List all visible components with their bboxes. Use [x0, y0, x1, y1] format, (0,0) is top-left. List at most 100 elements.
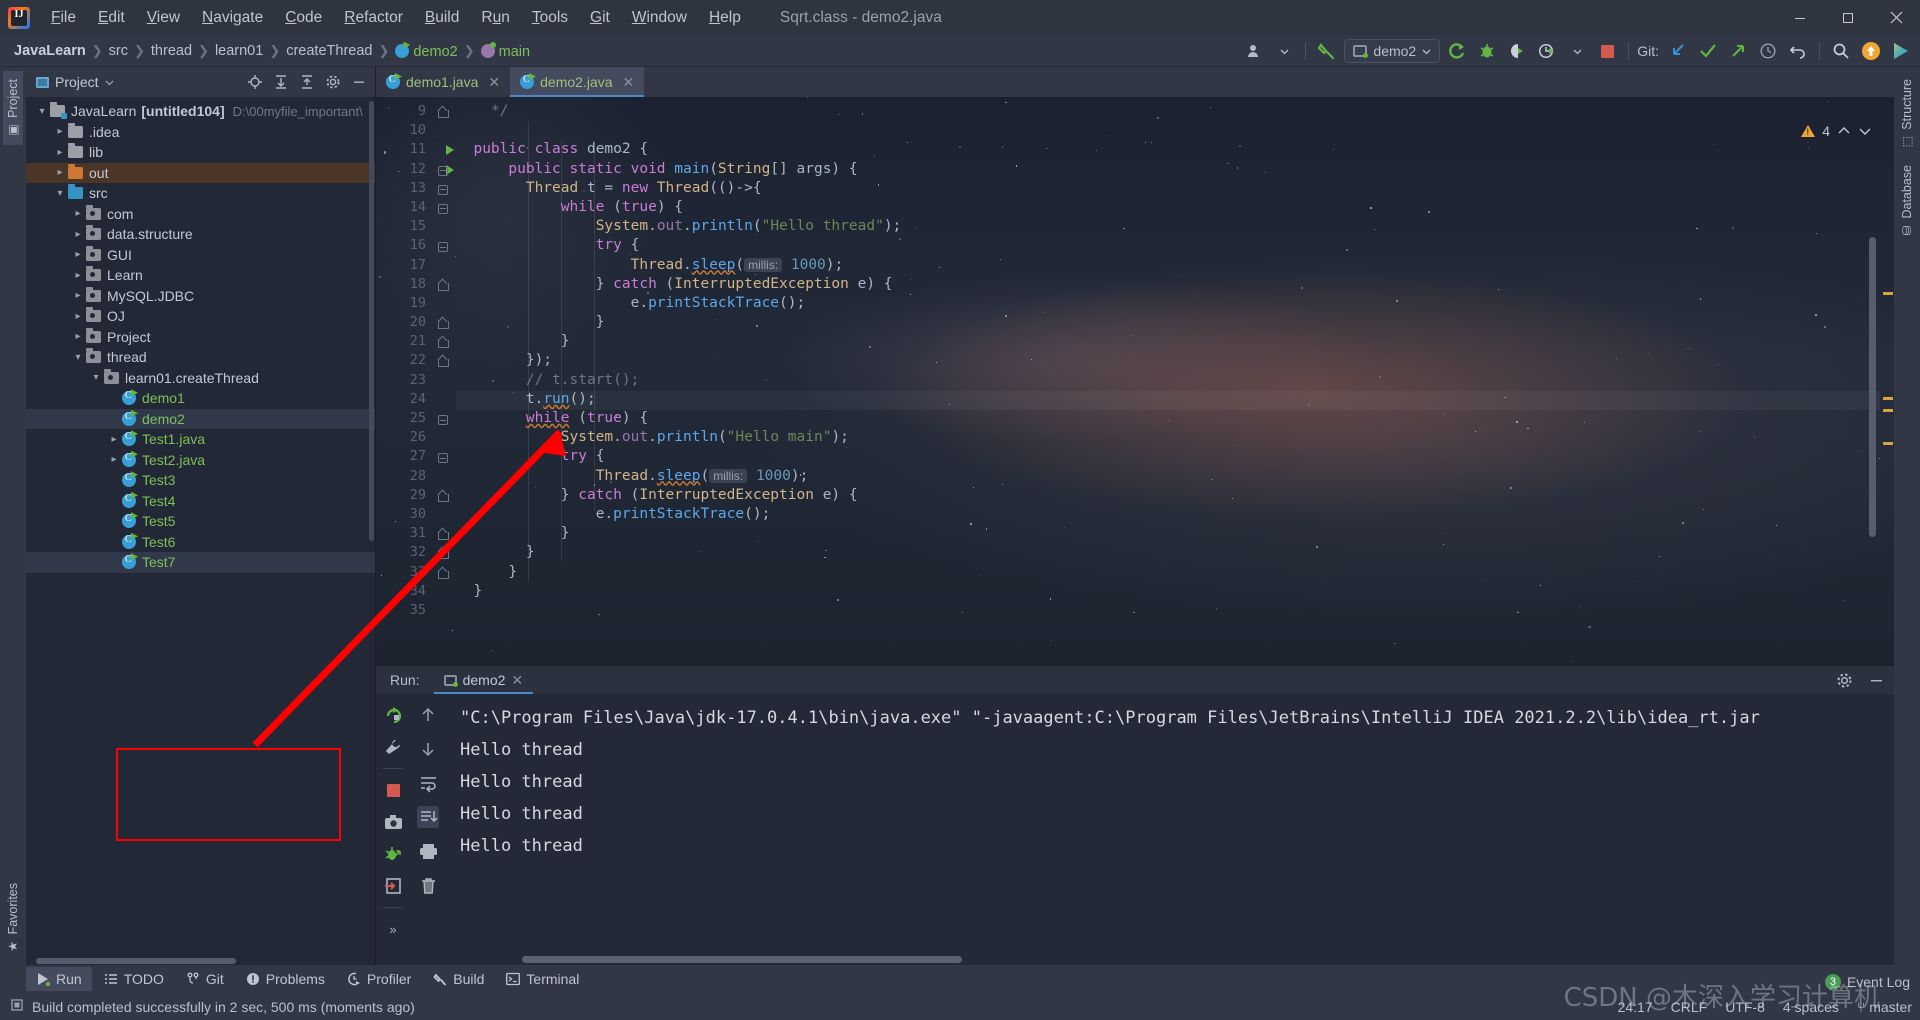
fold-region[interactable] — [434, 333, 456, 352]
breadcrumb[interactable]: JavaLearn ❯ src ❯ thread ❯ learn01 ❯ createThrea… — [10, 40, 534, 62]
fold-end-icon[interactable] — [438, 569, 449, 579]
fold-region[interactable] — [434, 487, 456, 506]
fold-region[interactable] — [434, 103, 456, 122]
fold-end-icon[interactable] — [438, 549, 449, 560]
code-line[interactable]: System.out.println("Hello thread"); — [456, 218, 1880, 237]
breadcrumb-item-main[interactable]: main — [477, 40, 534, 62]
line-number[interactable]: 31 — [376, 525, 434, 544]
tree-node-src[interactable]: src — [26, 183, 375, 204]
code-line[interactable] — [456, 122, 1880, 141]
tree-node-test4[interactable]: Test4 — [26, 491, 375, 512]
fold-region[interactable] — [434, 199, 456, 218]
tree-node-thread[interactable]: thread — [26, 347, 375, 368]
code-line[interactable]: public static void main(String[] args) { — [456, 161, 1880, 180]
push-arrow-icon[interactable] — [1725, 38, 1751, 64]
tree-node-test7[interactable]: Test7 — [26, 552, 375, 573]
error-stripe-marker-bar[interactable] — [1880, 97, 1894, 665]
more-button[interactable]: » — [382, 918, 404, 940]
notification-update-icon[interactable] — [1858, 38, 1884, 64]
code-folding-gutter[interactable] — [434, 97, 456, 665]
code-line[interactable]: try { — [456, 448, 1880, 467]
clear-all-button[interactable] — [417, 874, 439, 896]
line-number[interactable]: 27 — [376, 448, 434, 467]
minimize-icon[interactable] — [1776, 0, 1824, 35]
tree-node-gui[interactable]: GUI — [26, 245, 375, 266]
tree-node-demo2[interactable]: demo2 — [26, 408, 375, 429]
chevron-right-icon[interactable] — [70, 290, 86, 301]
bottom-tool-terminal[interactable]: Terminal — [496, 967, 589, 991]
bottom-tool-run[interactable]: Run — [26, 967, 92, 991]
scroll-down-button[interactable] — [417, 738, 439, 760]
run-icon[interactable] — [1444, 38, 1470, 64]
line-number[interactable]: 23 — [376, 372, 434, 391]
bottom-tool-problems[interactable]: Problems — [236, 967, 335, 991]
code-line[interactable]: Thread.sleep(millis: 1000); — [456, 257, 1880, 276]
menu-item-view[interactable]: View — [136, 5, 191, 31]
menu-item-file[interactable]: File — [40, 5, 87, 31]
fold-region[interactable] — [434, 295, 456, 314]
fold-region[interactable] — [434, 429, 456, 448]
fold-region[interactable] — [434, 180, 456, 199]
fold-region[interactable] — [434, 314, 456, 333]
code-line[interactable]: e.printStackTrace(); — [456, 295, 1880, 314]
chevron-right-icon[interactable] — [70, 270, 86, 281]
code-line[interactable]: } — [456, 525, 1880, 544]
code-line[interactable]: // t.start(); — [456, 372, 1880, 391]
console-output[interactable]: "C:\Program Files\Java\jdk-17.0.4.1\bin\… — [446, 694, 1894, 965]
code-line[interactable]: t.run(); — [456, 390, 1880, 410]
line-number-gutter[interactable]: 9 10 11 12 13 14 15 16 17 18 19 20 21 22 23 24 25 26 27 28 2… — [376, 97, 454, 665]
fold-region[interactable] — [434, 218, 456, 237]
chevron-right-icon[interactable] — [70, 249, 86, 260]
tree-node-oj[interactable]: OJ — [26, 306, 375, 327]
tree-node-learn[interactable]: Learn — [26, 265, 375, 286]
collapse-all-icon[interactable] — [295, 70, 319, 94]
menu-item-refactor[interactable]: Refactor — [333, 5, 414, 31]
hide-minus-icon[interactable] — [1864, 668, 1888, 692]
line-number[interactable]: 32 — [376, 544, 434, 563]
main-menu[interactable]: File Edit View Navigate Code Refactor Build Run… — [40, 5, 752, 31]
code-line[interactable]: */ — [456, 103, 1880, 122]
close-icon[interactable]: ✕ — [488, 74, 500, 91]
warning-marker[interactable] — [1883, 442, 1893, 445]
fold-end-icon[interactable] — [438, 319, 449, 330]
fold-region[interactable] — [434, 141, 456, 160]
file-encoding[interactable]: UTF-8 — [1725, 999, 1765, 1015]
line-number[interactable]: 26 — [376, 429, 434, 448]
line-number[interactable]: 12 — [376, 161, 454, 180]
maximize-icon[interactable] — [1824, 0, 1872, 35]
hammer-icon[interactable] — [1314, 38, 1340, 64]
fold-region[interactable] — [434, 161, 456, 180]
line-number[interactable]: 14 — [376, 199, 434, 218]
fold-end-icon[interactable] — [438, 492, 449, 502]
console-horizontal-scrollbar[interactable] — [522, 956, 962, 963]
profile-icon[interactable] — [1534, 38, 1560, 64]
hide-minus-icon[interactable] — [347, 70, 371, 94]
breadcrumb-item-createthread[interactable]: createThread — [282, 41, 376, 61]
menu-item-navigate[interactable]: Navigate — [191, 5, 274, 31]
fold-region[interactable] — [434, 276, 456, 295]
line-number[interactable]: 33 — [376, 564, 434, 583]
menu-item-edit[interactable]: Edit — [87, 5, 136, 31]
locate-target-icon[interactable] — [243, 70, 267, 94]
chevron-right-icon[interactable] — [52, 167, 68, 178]
menu-item-git[interactable]: Git — [579, 5, 621, 31]
code-text[interactable]: */ public class demo2 { public static vo… — [456, 97, 1880, 665]
code-line[interactable]: }); — [456, 352, 1880, 371]
menu-item-tools[interactable]: Tools — [521, 5, 579, 31]
chevron-down-icon[interactable] — [88, 372, 104, 383]
code-editor[interactable]: 4 91011121314151617181920212223242526272… — [376, 97, 1894, 665]
fold-end-icon[interactable] — [438, 281, 449, 291]
chevron-right-icon[interactable] — [52, 147, 68, 158]
tree-node-test3[interactable]: Test3 — [26, 470, 375, 491]
fold-end-icon[interactable] — [438, 357, 449, 368]
tree-node-com[interactable]: com — [26, 204, 375, 225]
fold-region[interactable] — [434, 544, 456, 563]
gear-icon[interactable] — [1832, 668, 1856, 692]
code-line[interactable]: while (true) { — [456, 410, 1880, 429]
line-number[interactable]: 13 — [376, 180, 434, 199]
project-panel-title[interactable]: Project — [36, 74, 114, 90]
soft-wrap-button[interactable] — [417, 772, 439, 794]
code-line[interactable]: try { — [456, 237, 1880, 256]
chevron-down-icon[interactable] — [52, 188, 68, 199]
caret-position[interactable]: 24:17 — [1618, 999, 1653, 1015]
